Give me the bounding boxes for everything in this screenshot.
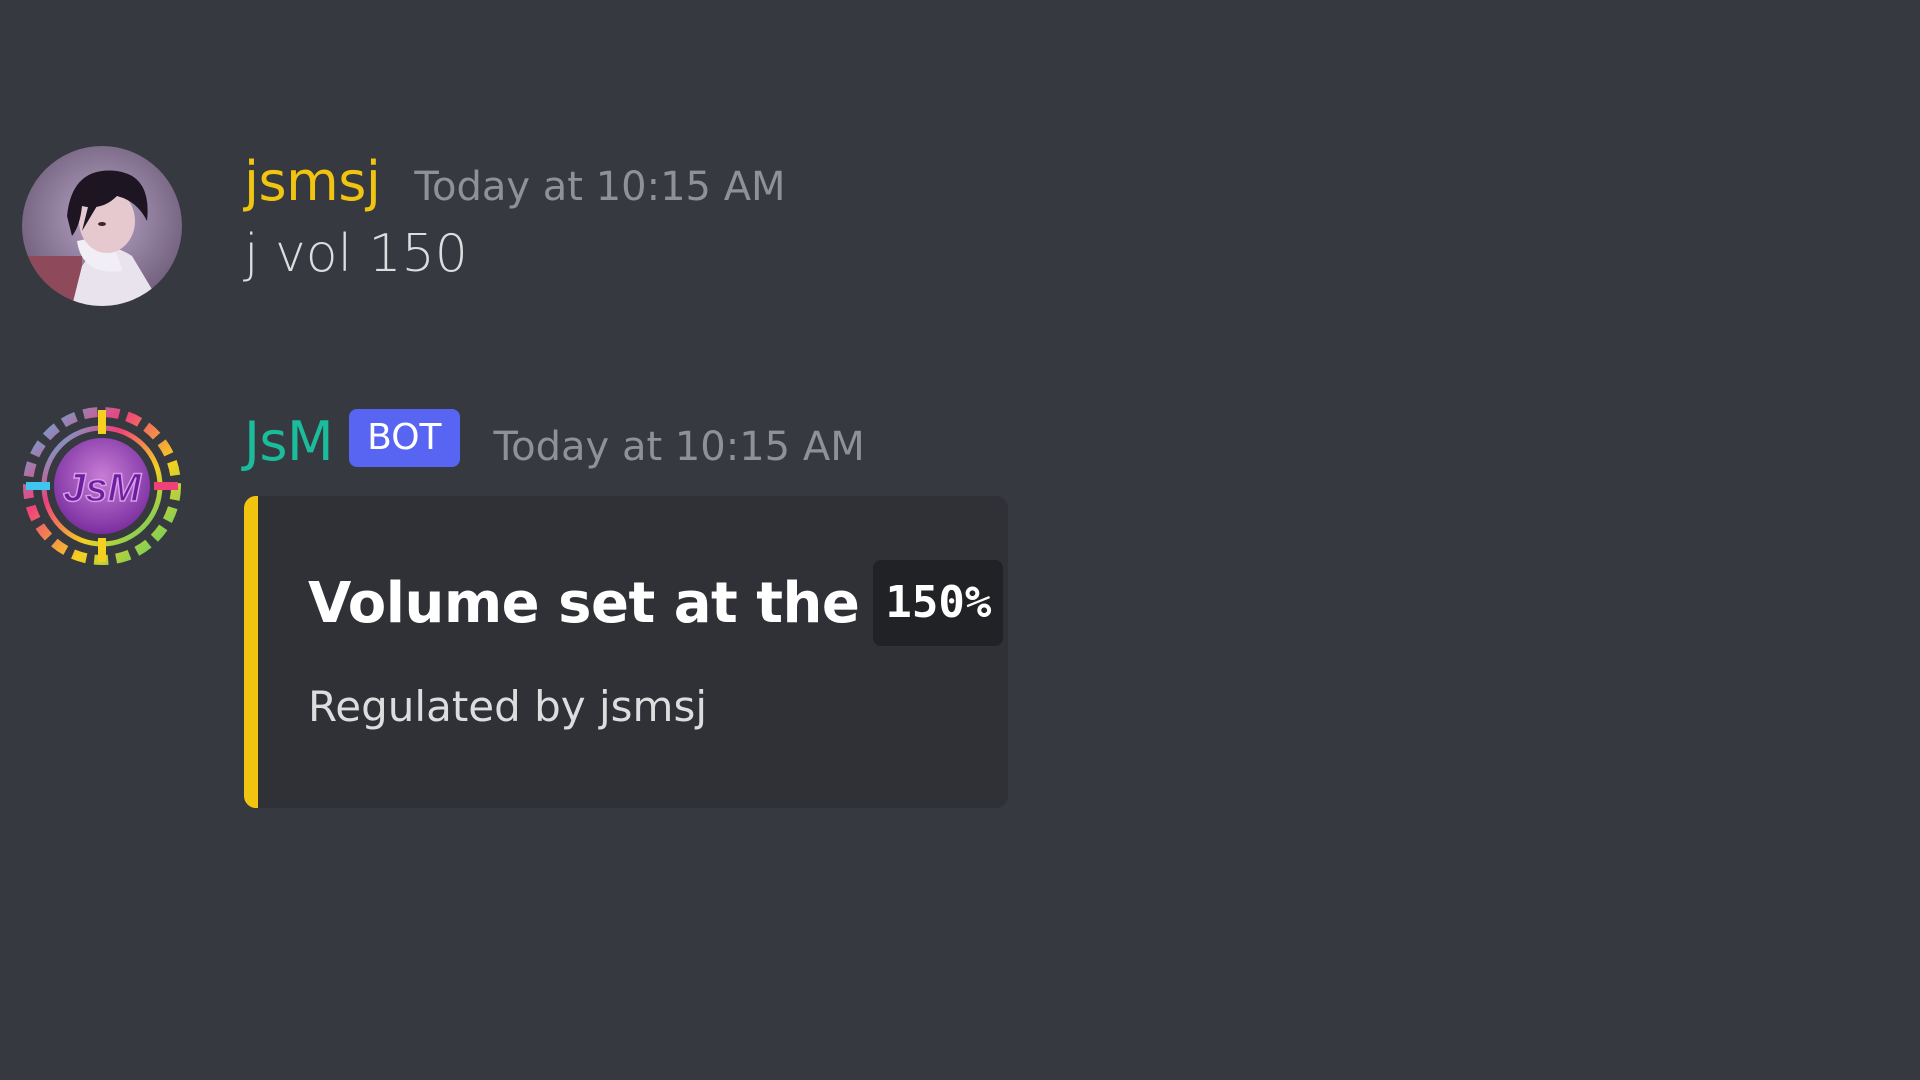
embed-accent-bar <box>244 496 258 808</box>
message-header: jsmsj Today at 10:15 AM <box>244 146 786 218</box>
chat-area: jsmsj Today at 10:15 AM j vol 150 JsM Js… <box>0 0 1920 1080</box>
username[interactable]: JsM <box>244 406 334 478</box>
timestamp[interactable]: Today at 10:15 AM <box>414 164 785 210</box>
anime-avatar-icon <box>22 146 182 306</box>
user-avatar[interactable] <box>22 146 182 306</box>
jsm-logo-icon: JsM <box>22 406 182 566</box>
message-content: jsmsj Today at 10:15 AM j vol 150 <box>244 146 786 286</box>
embed-description: Regulated by jsmsj <box>308 682 708 731</box>
bot-tag: BOT <box>349 409 460 467</box>
message-content: JsM BOT Today at 10:15 AM Volume set at … <box>244 406 1008 808</box>
embed-title: Volume set at the 150% <box>308 560 1004 646</box>
embed: Volume set at the 150% Regulated by jsms… <box>244 496 1008 808</box>
timestamp[interactable]: Today at 10:15 AM <box>494 424 865 470</box>
embed-title-code: 150% <box>873 560 1004 646</box>
username[interactable]: jsmsj <box>244 146 381 218</box>
embed-title-text: Volume set at the <box>308 570 860 636</box>
bot-avatar[interactable]: JsM <box>22 406 182 566</box>
message-text: j vol 150 <box>244 224 468 284</box>
jsm-logo-text: JsM <box>63 466 142 510</box>
message-header: JsM BOT Today at 10:15 AM <box>244 406 1008 478</box>
